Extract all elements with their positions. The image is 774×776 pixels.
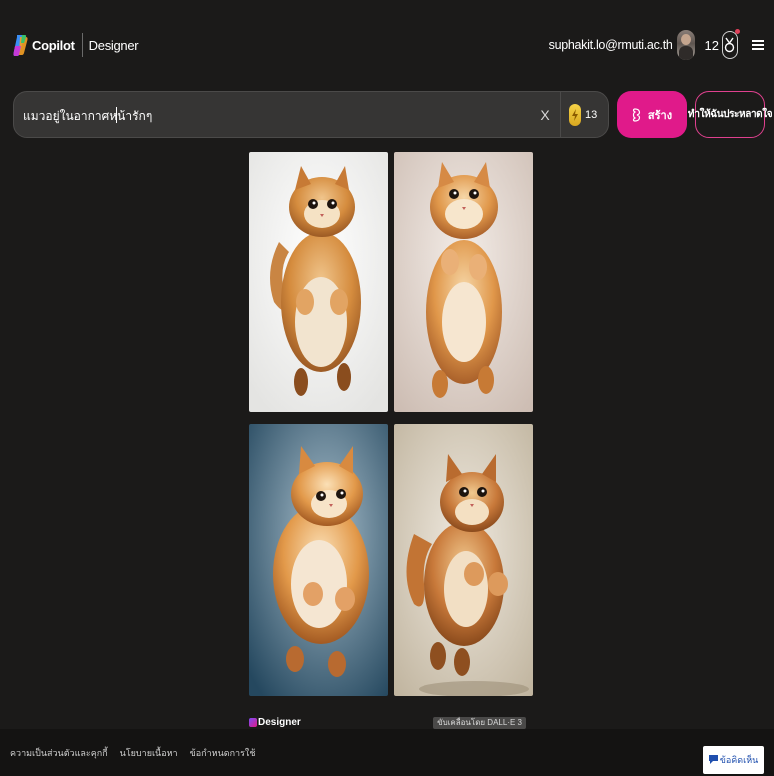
reward-points[interactable]: 12 bbox=[705, 38, 719, 53]
hamburger-menu-icon[interactable] bbox=[752, 39, 764, 51]
brand[interactable]: Copilot Designer bbox=[13, 33, 139, 57]
designer-watermark-text: Designer bbox=[258, 717, 301, 728]
footer-links: ความเป็นส่วนตัวและคุกกี้ นโยบายเนื้อหา ข… bbox=[10, 746, 267, 760]
feedback-label: ข้อคิดเห็น bbox=[719, 755, 759, 765]
prompt-divider bbox=[560, 92, 561, 137]
medal-icon[interactable] bbox=[722, 29, 740, 59]
prompt-input[interactable] bbox=[23, 105, 523, 127]
account-area: suphakit.lo@rmuti.ac.th 12 bbox=[549, 29, 764, 60]
boosts-count: 13 bbox=[585, 109, 598, 121]
create-button[interactable]: สร้าง bbox=[617, 91, 687, 138]
notification-dot bbox=[735, 29, 740, 34]
prompt-bar: X 13 bbox=[13, 91, 609, 138]
create-label: สร้าง bbox=[647, 109, 673, 122]
result-footer: Designer ขับเคลื่อนโดย DALL·E 3 bbox=[249, 717, 533, 729]
designer-watermark: Designer bbox=[249, 717, 301, 728]
privacy-link[interactable]: ความเป็นส่วนตัวและคุกกี้ bbox=[10, 746, 108, 760]
boosts-indicator[interactable]: 13 bbox=[569, 104, 597, 126]
designer-logo-icon bbox=[249, 718, 257, 727]
content-policy-link[interactable]: นโยบายเนื้อหา bbox=[120, 746, 178, 760]
lightning-coin-icon bbox=[569, 104, 581, 126]
terms-link[interactable]: ข้อกำหนดการใช้ bbox=[190, 746, 256, 760]
product-name: Designer bbox=[88, 37, 139, 53]
user-email[interactable]: suphakit.lo@rmuti.ac.th bbox=[549, 38, 673, 52]
brand-divider bbox=[81, 33, 83, 57]
top-bar: Copilot Designer suphakit.lo@rmuti.ac.th… bbox=[0, 0, 774, 90]
generated-image-2[interactable] bbox=[394, 152, 533, 412]
text-caret bbox=[116, 107, 117, 123]
generated-image-1[interactable] bbox=[249, 152, 388, 412]
clear-prompt-button[interactable]: X bbox=[538, 104, 552, 126]
page-footer: ความเป็นส่วนตัวและคุกกี้ นโยบายเนื้อหา ข… bbox=[0, 729, 774, 776]
brand-name: Copilot bbox=[32, 37, 75, 53]
surprise-me-label: ทำให้ฉันประหลาดใจ bbox=[687, 109, 773, 120]
feedback-button[interactable]: ข้อคิดเห็น bbox=[703, 746, 764, 774]
avatar[interactable] bbox=[676, 30, 695, 60]
model-badge: ขับเคลื่อนโดย DALL·E 3 bbox=[433, 717, 526, 729]
copilot-logo-icon bbox=[13, 34, 28, 56]
generated-image-3[interactable] bbox=[249, 424, 388, 696]
surprise-me-button[interactable]: ทำให้ฉันประหลาดใจ bbox=[688, 91, 773, 138]
sparkle-icon bbox=[632, 107, 640, 122]
generated-image-4[interactable] bbox=[394, 424, 533, 696]
speech-bubble-icon bbox=[708, 755, 718, 764]
